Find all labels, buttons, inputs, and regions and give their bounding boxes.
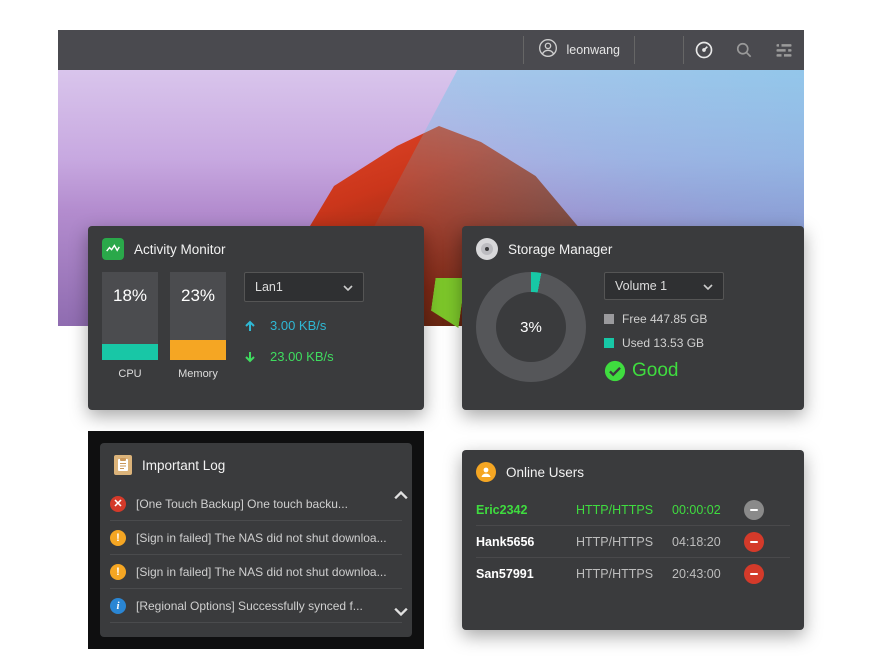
check-circle-icon <box>604 360 626 382</box>
online-users-title: Online Users <box>506 465 584 480</box>
online-user-name: Hank5656 <box>476 535 576 549</box>
log-scroll-down[interactable] <box>394 604 408 623</box>
user-icon <box>538 38 558 63</box>
user-menu[interactable]: leonwang <box>524 38 634 63</box>
log-text: [Regional Options] Successfully synced f… <box>136 599 402 613</box>
username: leonwang <box>566 43 620 57</box>
online-user-proto: HTTP/HTTPS <box>576 567 672 581</box>
warn-icon: ! <box>110 530 126 546</box>
online-users-header: Online Users <box>462 450 804 494</box>
online-user-time: 04:18:20 <box>672 535 744 549</box>
online-user-time: 20:43:00 <box>672 567 744 581</box>
storage-used-percent: 3% <box>496 292 566 362</box>
important-log-wrap: Important Log ✕ [One Touch Backup] One to… <box>88 431 424 649</box>
important-log-header: Important Log <box>100 443 412 487</box>
chevron-down-icon <box>703 279 713 293</box>
log-text: [Sign in failed] The NAS did not shut do… <box>136 531 402 545</box>
dashboard-button[interactable] <box>684 30 724 70</box>
volume-value: Volume 1 <box>615 279 667 293</box>
interface-value: Lan1 <box>255 280 283 294</box>
err-icon: ✕ <box>110 496 126 512</box>
online-user-row: San57991HTTP/HTTPS20:43:00 <box>476 558 790 590</box>
online-user-proto: HTTP/HTTPS <box>576 535 672 549</box>
top-bar: leonwang <box>58 30 804 70</box>
storage-manager-widget: Storage Manager 3% Volume 1 Free 447.85 … <box>462 226 804 410</box>
log-row[interactable]: ! [Sign in failed] The NAS did not shut d… <box>110 521 402 555</box>
online-user-name: Eric2342 <box>476 503 576 517</box>
volume-select[interactable]: Volume 1 <box>604 272 724 300</box>
storage-manager-title: Storage Manager <box>508 242 612 257</box>
storage-icon <box>476 238 498 260</box>
online-users-widget: Online Users Eric2342HTTP/HTTPS00:00:02H… <box>462 450 804 630</box>
interface-select[interactable]: Lan1 <box>244 272 364 302</box>
online-user-proto: HTTP/HTTPS <box>576 503 672 517</box>
users-icon <box>476 462 496 482</box>
log-text: [Sign in failed] The NAS did not shut do… <box>136 565 402 579</box>
important-log-title: Important Log <box>142 458 225 473</box>
clipboard-icon <box>114 455 132 475</box>
legend-free: Free 447.85 GB <box>604 312 790 326</box>
log-row[interactable]: ✕ [One Touch Backup] One touch backu... <box>110 487 402 521</box>
search-button[interactable] <box>724 30 764 70</box>
settings-button[interactable] <box>764 30 804 70</box>
important-log-widget: Important Log ✕ [One Touch Backup] One to… <box>100 443 412 637</box>
memory-meter: 23% Memory <box>170 272 226 380</box>
cpu-meter: 18% CPU <box>102 272 158 380</box>
log-row[interactable]: i [Regional Options] Successfully synced … <box>110 589 402 623</box>
storage-donut: 3% <box>476 272 586 382</box>
storage-manager-header: Storage Manager <box>462 226 804 272</box>
memory-label: Memory <box>178 368 218 380</box>
online-user-row: Eric2342HTTP/HTTPS00:00:02 <box>476 494 790 526</box>
upload-rate: 3.00 KB/s <box>244 318 410 333</box>
log-scroll-up[interactable] <box>394 489 408 508</box>
info-icon: i <box>110 598 126 614</box>
activity-monitor-header: Activity Monitor <box>88 226 424 272</box>
online-user-name: San57991 <box>476 567 576 581</box>
disconnect-button[interactable] <box>744 532 764 552</box>
activity-icon <box>102 238 124 260</box>
legend-used: Used 13.53 GB <box>604 336 790 350</box>
log-row[interactable]: ! [Sign in failed] The NAS did not shut d… <box>110 555 402 589</box>
online-user-row: Hank5656HTTP/HTTPS04:18:20 <box>476 526 790 558</box>
cpu-percent: 18% <box>102 286 158 306</box>
storage-status: Good <box>604 360 790 382</box>
download-rate: 23.00 KB/s <box>244 349 410 364</box>
activity-monitor-title: Activity Monitor <box>134 242 226 257</box>
disconnect-button[interactable] <box>744 500 764 520</box>
disconnect-button[interactable] <box>744 564 764 584</box>
activity-monitor-widget: Activity Monitor 18% CPU 23% Memory Lan1 <box>88 226 424 410</box>
warn-icon: ! <box>110 564 126 580</box>
log-text: [One Touch Backup] One touch backu... <box>136 497 402 511</box>
memory-percent: 23% <box>170 286 226 306</box>
chevron-down-icon <box>343 280 353 294</box>
online-user-time: 00:00:02 <box>672 503 744 517</box>
cpu-label: CPU <box>118 368 141 380</box>
